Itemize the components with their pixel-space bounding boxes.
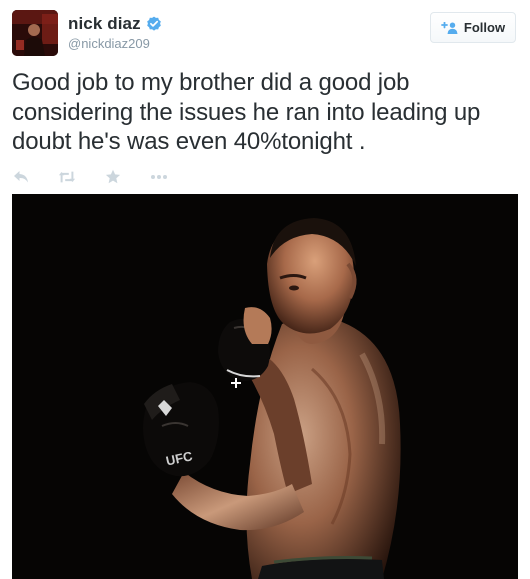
plus-user-icon [441,21,458,34]
avatar-image [12,10,58,56]
avatar[interactable] [12,10,58,56]
tweet-header: nick diaz @nickdiaz209 Follow [12,10,518,58]
follow-button-label: Follow [463,20,506,35]
tweet-text: Good job to my brother did a good job co… [12,69,481,155]
tweet-photo[interactable]: UFC [12,194,518,579]
verified-badge-icon [146,16,162,32]
fighter-photo: UFC [12,194,518,579]
star-icon[interactable] [104,168,122,186]
user-handle[interactable]: @nickdiaz209 [68,36,162,51]
reply-icon[interactable] [12,168,30,186]
more-dots-icon[interactable] [150,168,168,186]
user-name[interactable]: nick diaz [68,14,141,34]
tweet-actions [12,168,168,186]
user-info: nick diaz @nickdiaz209 [68,14,162,51]
retweet-icon[interactable] [58,168,76,186]
tweet-card: nick diaz @nickdiaz209 Follow Good job t… [0,0,530,579]
follow-button[interactable]: Follow [430,12,516,43]
